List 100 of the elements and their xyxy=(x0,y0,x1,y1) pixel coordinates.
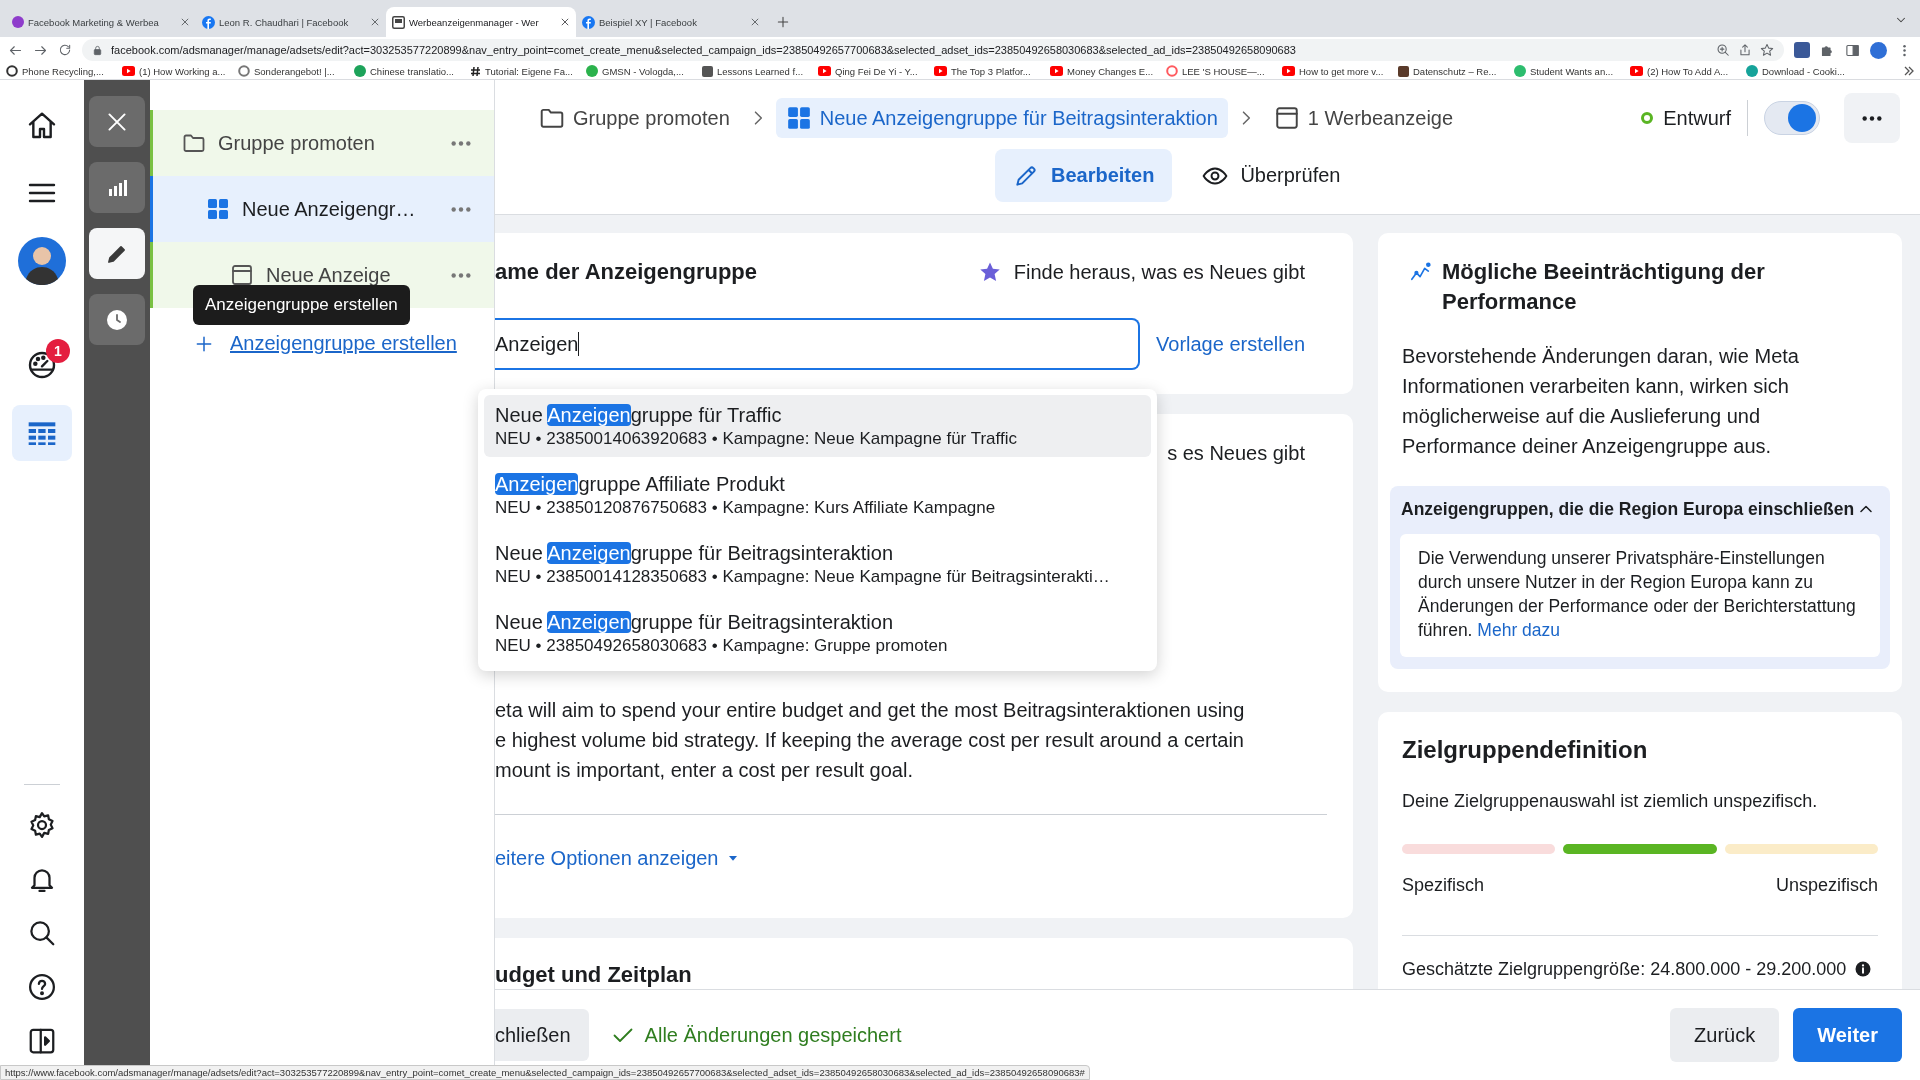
reload-icon[interactable] xyxy=(58,43,72,57)
bookmark[interactable]: Download - Cooki... xyxy=(1746,65,1862,77)
play-icon xyxy=(1050,66,1063,76)
browser-tab[interactable]: Leon R. Chaudhari | Facebook xyxy=(196,7,386,37)
learn-more-link[interactable]: Mehr dazu xyxy=(1477,620,1561,640)
accordion-header[interactable]: Anzeigengruppen, die die Region Europa einschließen xyxy=(1390,486,1890,532)
bookmark[interactable]: The Top 3 Platfor... xyxy=(934,65,1050,77)
avatar-icon xyxy=(18,237,66,285)
bookmark[interactable]: Tutorial: Eigene Fa... xyxy=(470,65,586,77)
dots-icon xyxy=(1861,115,1883,121)
favicon-icon xyxy=(470,65,481,77)
bookmark[interactable]: LEE 'S HOUSE—... xyxy=(1166,65,1282,77)
card-text: Bevorstehende Änderungen daran, wie Meta Informationen verarbeiten kann, wirken sich möglicherweise auf die Auslieferung und Performance deiner Anzeigengruppe aus. xyxy=(1402,344,1800,459)
scale-label: Spezifisch xyxy=(1402,874,1485,897)
edit-tab[interactable]: Bearbeiten xyxy=(995,149,1173,202)
bookmark[interactable]: Student Wants an... xyxy=(1514,65,1630,77)
breadcrumb[interactable]: Neue Anzeigengruppe für Beitragsinteraktion xyxy=(775,98,1228,138)
bookmark[interactable]: (2) How To Add A... xyxy=(1630,65,1746,77)
play-icon xyxy=(1630,66,1643,76)
grid-icon xyxy=(785,105,812,131)
more-button[interactable] xyxy=(450,140,472,146)
bookmark[interactable]: How to get more v... xyxy=(1282,65,1398,77)
link-preview: https://www.facebook.com/adsmanager/manage/adsets/edit?act=303253577220899&nav_entry_point=comet_create_menu&selected_campaign_ids=23850492657700683&selected_adset_ids=23850492658030683&selected_ad_ids=23850492658090683# xyxy=(0,1065,1090,1080)
next-button[interactable]: Weiter xyxy=(1793,1008,1902,1062)
edit-button[interactable] xyxy=(89,228,145,279)
chart-button[interactable] xyxy=(89,162,145,213)
browser-tab[interactable]: Werbeanzeigenmanager - Wer xyxy=(386,7,576,37)
tree-item[interactable]: Neue Anzeigengr… xyxy=(150,176,494,242)
favicon-icon xyxy=(238,65,250,77)
history-button[interactable] xyxy=(89,294,145,345)
tooltip: Anzeigengruppe erstellen xyxy=(193,285,410,325)
bookmark[interactable]: Lessons Learned f... xyxy=(702,65,818,77)
template-link[interactable]: Vorlage erstellen xyxy=(1156,332,1305,356)
more-button[interactable] xyxy=(450,272,472,278)
close-icon xyxy=(560,17,570,27)
info-icon xyxy=(1854,960,1873,978)
dots-icon xyxy=(450,140,472,146)
more-bookmarks-icon[interactable] xyxy=(1904,66,1914,76)
favicon-icon xyxy=(1514,65,1526,77)
bookmark[interactable]: GMSN - Vologda,... xyxy=(586,65,702,77)
sidebar-icon xyxy=(27,1026,57,1056)
circle-icon xyxy=(12,16,24,28)
bookmark[interactable]: Qing Fei De Yi - Y... xyxy=(818,65,934,77)
tree-item[interactable]: Gruppe promoten xyxy=(150,110,494,176)
news-link[interactable]: s es Neues gibt xyxy=(1167,436,1305,470)
favicon-icon xyxy=(702,65,713,77)
help-icon xyxy=(27,972,57,1002)
plus-icon[interactable] xyxy=(776,15,790,29)
bookmark[interactable]: (1) How Working a... xyxy=(122,65,238,77)
browser-tab[interactable]: Facebook Marketing & Werbea xyxy=(6,7,196,37)
profile-avatar[interactable] xyxy=(1870,41,1887,59)
suggestion-item[interactable]: Neue Anzeigengruppe für Traffic NEU • 23850014063920683 • Kampagne: Neue Kampagne für Traffic xyxy=(484,395,1151,457)
address-bar[interactable]: facebook.com/adsmanager/manage/adsets/edit?act=303253577220899&nav_entry_point=comet_create_menu&selected_campaign_ids=23850492657700683&selected_adset_ids=23850492658030683&selected_ad_ids=23850492658090683 xyxy=(82,39,1784,61)
bookmark[interactable]: Datenschutz – Re... xyxy=(1398,65,1514,77)
close-button[interactable] xyxy=(89,96,145,147)
status-dot xyxy=(1641,112,1654,124)
saved-status: Alle Änderungen gespeichert xyxy=(644,1023,902,1047)
table-button[interactable] xyxy=(12,405,72,461)
review-tab[interactable]: Überprüfen xyxy=(1184,149,1359,202)
create-ad-set-link[interactable]: Anzeigengruppe erstellen xyxy=(230,332,457,355)
audience-estimate: Geschätzte Zielgruppengröße: 24.800.000 - 29.200.000 xyxy=(1402,958,1847,981)
browser-tab[interactable]: Beispiel XY | Facebook xyxy=(576,7,766,37)
name-input[interactable]: Anzeigen xyxy=(495,318,1140,370)
trend-icon xyxy=(1410,261,1432,283)
favicon-icon xyxy=(1398,65,1409,77)
close-icon xyxy=(750,17,760,27)
play-icon xyxy=(122,66,135,76)
bookmark[interactable]: Sonderangebot! |... xyxy=(238,65,354,77)
favicon-icon xyxy=(1166,65,1178,77)
toggle-switch[interactable] xyxy=(1764,101,1820,135)
card-text: Deine Zielgruppenauswahl ist ziemlich unspezifisch. xyxy=(1402,790,1819,813)
more-button[interactable] xyxy=(450,206,472,212)
star-icon[interactable] xyxy=(1760,43,1774,57)
favicon-icon xyxy=(354,65,366,77)
share-icon[interactable] xyxy=(1738,43,1752,57)
search-icon xyxy=(27,918,57,948)
section-title: udget und Zeitplan xyxy=(495,962,692,987)
side-panel-icon[interactable] xyxy=(1845,42,1860,58)
breadcrumb[interactable]: 1 Werbeanzeige xyxy=(1263,98,1464,138)
back-button[interactable]: Zurück xyxy=(1670,1008,1780,1062)
suggestion-item[interactable]: Neue Anzeigengruppe für Beitragsinteraktion NEU • 23850014128350683 • Kampagne: Neue Kampagne für Beitragsinterakti… xyxy=(484,533,1151,595)
bookmark[interactable]: Money Changes E... xyxy=(1050,65,1166,77)
scale-label: Unspezifisch xyxy=(1775,874,1878,897)
page-icon xyxy=(392,15,405,29)
close-button[interactable]: chließen xyxy=(495,1009,589,1061)
settings-icon xyxy=(27,810,57,840)
suggestion-item[interactable]: Anzeigengruppe Affiliate Produkt NEU • 23850120876750683 • Kampagne: Kurs Affiliate Kampagne xyxy=(484,464,1151,526)
breadcrumb[interactable]: Gruppe promoten xyxy=(529,98,740,138)
zoom-icon[interactable] xyxy=(1716,43,1730,57)
more-options-link[interactable]: eitere Optionen anzeigen xyxy=(495,846,719,870)
dots-icon xyxy=(450,272,472,278)
bookmark[interactable]: Chinese translatio... xyxy=(354,65,470,77)
bookmark[interactable]: Phone Recycling,... xyxy=(6,65,122,77)
close-icon xyxy=(370,17,380,27)
gauge-button[interactable]: 1 xyxy=(12,337,72,393)
grid-icon xyxy=(206,197,230,221)
card-title: Mögliche Beeinträchtigung der Performance xyxy=(1442,258,1766,316)
facebook-icon xyxy=(202,15,215,29)
news-link[interactable]: Finde heraus, was es Neues gibt xyxy=(1013,255,1305,289)
suggestion-item[interactable]: Neue Anzeigengruppe für Beitragsinteraktion NEU • 23850492658030683 • Kampagne: Gruppe promoten xyxy=(484,602,1151,664)
